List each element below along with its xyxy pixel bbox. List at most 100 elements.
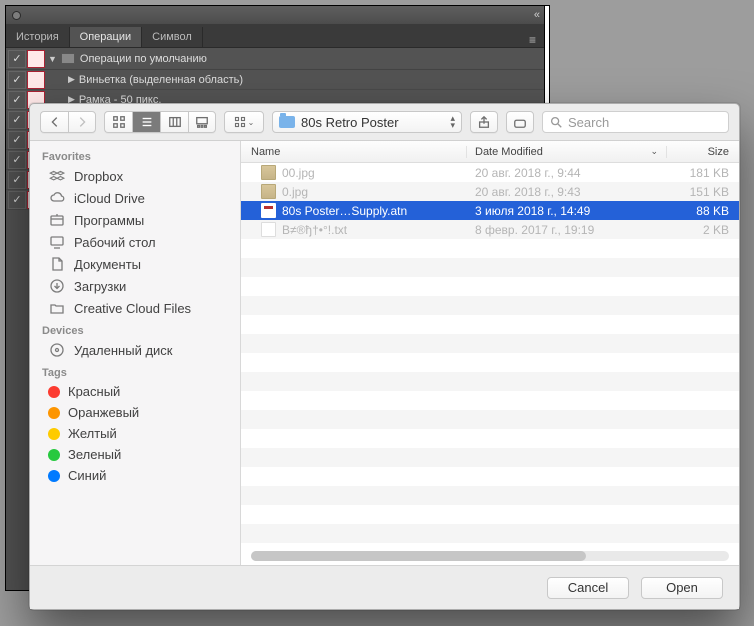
view-gallery-button[interactable] bbox=[188, 111, 216, 133]
empty-row bbox=[241, 429, 739, 448]
sidebar-item-desktop[interactable]: Рабочий стол bbox=[30, 231, 240, 253]
sidebar-header-tags: Tags bbox=[30, 361, 240, 381]
file-row[interactable]: 0.jpg20 авг. 2018 г., 9:43151 KB bbox=[241, 182, 739, 201]
sidebar-item-label: Загрузки bbox=[74, 279, 126, 294]
toggle-check-icon[interactable]: ✓ bbox=[8, 71, 26, 89]
group-button[interactable]: ⌄ bbox=[224, 111, 264, 133]
file-size: 181 KB bbox=[667, 166, 739, 180]
folder-icon bbox=[48, 300, 66, 316]
column-name[interactable]: Name bbox=[241, 146, 467, 158]
empty-row bbox=[241, 505, 739, 524]
open-file-dialog: ⌄ 80s Retro Poster ▴▾ Search Favorites D… bbox=[29, 103, 740, 610]
file-name: 0.jpg bbox=[282, 185, 308, 199]
file-name: 80s Poster…Supply.atn bbox=[282, 204, 407, 218]
file-rows[interactable]: 00.jpg 20 авг. 2018 г., 9:44181 KB 0.jpg 20… bbox=[241, 163, 739, 565]
forward-button[interactable] bbox=[68, 111, 96, 133]
empty-row bbox=[241, 391, 739, 410]
file-date: 20 авг. 2018 г., 9:44 bbox=[467, 166, 667, 180]
sidebar-item-label: Синий bbox=[68, 468, 106, 483]
sidebar-tag[interactable]: Желтый bbox=[30, 423, 240, 444]
tags-button[interactable] bbox=[506, 111, 534, 133]
dialog-toggle-icon[interactable] bbox=[27, 50, 45, 68]
view-columns-button[interactable] bbox=[160, 111, 188, 133]
sidebar-tag[interactable]: Красный bbox=[30, 381, 240, 402]
sidebar-item-documents[interactable]: Документы bbox=[30, 253, 240, 275]
panel-traffic-dot bbox=[12, 11, 21, 20]
file-atn-icon bbox=[261, 203, 276, 218]
view-segment bbox=[104, 111, 216, 133]
path-popup[interactable]: 80s Retro Poster ▴▾ bbox=[272, 111, 462, 133]
empty-row bbox=[241, 296, 739, 315]
sidebar-item-remote[interactable]: Удаленный диск bbox=[30, 339, 240, 361]
search-input[interactable]: Search bbox=[542, 111, 729, 133]
open-button[interactable]: Open bbox=[641, 577, 723, 599]
file-txt-icon bbox=[261, 222, 276, 237]
empty-row bbox=[241, 448, 739, 467]
disc-icon bbox=[48, 342, 66, 358]
sidebar-item-ccf[interactable]: Creative Cloud Files bbox=[30, 297, 240, 319]
disclosure-triangle-icon[interactable]: ▼ bbox=[48, 54, 57, 64]
desktop-icon bbox=[48, 234, 66, 250]
dropbox-icon bbox=[48, 168, 66, 184]
dialog-toolbar: ⌄ 80s Retro Poster ▴▾ Search bbox=[30, 104, 739, 141]
sidebar-tag[interactable]: Зеленый bbox=[30, 444, 240, 465]
file-img-icon bbox=[261, 184, 276, 199]
sidebar-item-apps[interactable]: Программы bbox=[30, 209, 240, 231]
action-set-label: Операции по умолчанию bbox=[80, 53, 207, 65]
cloud-icon bbox=[48, 190, 66, 206]
empty-row bbox=[241, 315, 739, 334]
file-list-pane: Name Date Modified ⌄ Size 00.jpg 20 авг. … bbox=[241, 141, 739, 565]
sidebar-item-label: Зеленый bbox=[68, 447, 121, 462]
doc-icon bbox=[48, 256, 66, 272]
file-img-icon bbox=[261, 165, 276, 180]
sidebar-header-devices: Devices bbox=[30, 319, 240, 339]
horizontal-scrollbar[interactable] bbox=[251, 551, 729, 561]
sidebar-item-icloud[interactable]: iCloud Drive bbox=[30, 187, 240, 209]
panel-menu-icon[interactable]: ≡ bbox=[521, 33, 544, 47]
file-row[interactable]: 00.jpg 20 авг. 2018 г., 9:44181 KB bbox=[241, 163, 739, 182]
view-list-button[interactable] bbox=[132, 111, 160, 133]
column-size[interactable]: Size bbox=[667, 146, 739, 158]
empty-row bbox=[241, 524, 739, 543]
column-date[interactable]: Date Modified ⌄ bbox=[467, 146, 667, 158]
file-row[interactable]: В≠®ђ†•°!.txt8 февр. 2017 г., 19:192 KB bbox=[241, 220, 739, 239]
tab-symbol[interactable]: Символ bbox=[142, 27, 203, 47]
sidebar: Favorites DropboxiCloud Drive Программы Ра… bbox=[30, 141, 241, 565]
sidebar-item-label: Creative Cloud Files bbox=[74, 301, 191, 316]
tag-dot-icon bbox=[48, 449, 60, 461]
sidebar-header-favorites: Favorites bbox=[30, 145, 240, 165]
cancel-button[interactable]: Cancel bbox=[547, 577, 629, 599]
empty-row bbox=[241, 353, 739, 372]
search-icon bbox=[549, 115, 563, 129]
tag-dot-icon bbox=[48, 386, 60, 398]
sidebar-tag[interactable]: Оранжевый bbox=[30, 402, 240, 423]
toggle-check-icon[interactable]: ✓ bbox=[8, 50, 26, 68]
action-set-row[interactable]: ✓ ▼ Операции по умолчанию bbox=[6, 48, 544, 70]
sidebar-item-dropbox[interactable]: Dropbox bbox=[30, 165, 240, 187]
view-icons-button[interactable] bbox=[104, 111, 132, 133]
panel-collapse-icon[interactable]: « bbox=[534, 9, 540, 21]
file-row[interactable]: 80s Poster…Supply.atn3 июля 2018 г., 14:… bbox=[241, 201, 739, 220]
sidebar-item-downloads[interactable]: Загрузки bbox=[30, 275, 240, 297]
file-name: 00.jpg bbox=[282, 166, 315, 180]
file-date: 20 авг. 2018 г., 9:43 bbox=[467, 185, 667, 199]
sidebar-tag[interactable]: Синий bbox=[30, 465, 240, 486]
dialog-toggle-icon[interactable] bbox=[27, 71, 45, 89]
toggle-check-icon[interactable]: ✓ bbox=[8, 91, 26, 109]
sidebar-item-label: Программы bbox=[74, 213, 144, 228]
chevron-updown-icon: ▴▾ bbox=[450, 115, 455, 129]
share-button[interactable] bbox=[470, 111, 498, 133]
empty-row bbox=[241, 467, 739, 486]
sidebar-item-label: Документы bbox=[74, 257, 141, 272]
empty-row bbox=[241, 410, 739, 429]
sidebar-item-label: Желтый bbox=[68, 426, 117, 441]
folder-icon bbox=[61, 53, 75, 64]
back-button[interactable] bbox=[40, 111, 68, 133]
search-placeholder: Search bbox=[568, 115, 609, 130]
sidebar-item-label: Оранжевый bbox=[68, 405, 139, 420]
tab-history[interactable]: История bbox=[6, 27, 70, 47]
tag-dot-icon bbox=[48, 407, 60, 419]
tab-actions[interactable]: Операции bbox=[70, 27, 142, 47]
empty-row bbox=[241, 239, 739, 258]
action-row[interactable]: ✓ ▶ Виньетка (выделенная область) bbox=[6, 70, 544, 90]
